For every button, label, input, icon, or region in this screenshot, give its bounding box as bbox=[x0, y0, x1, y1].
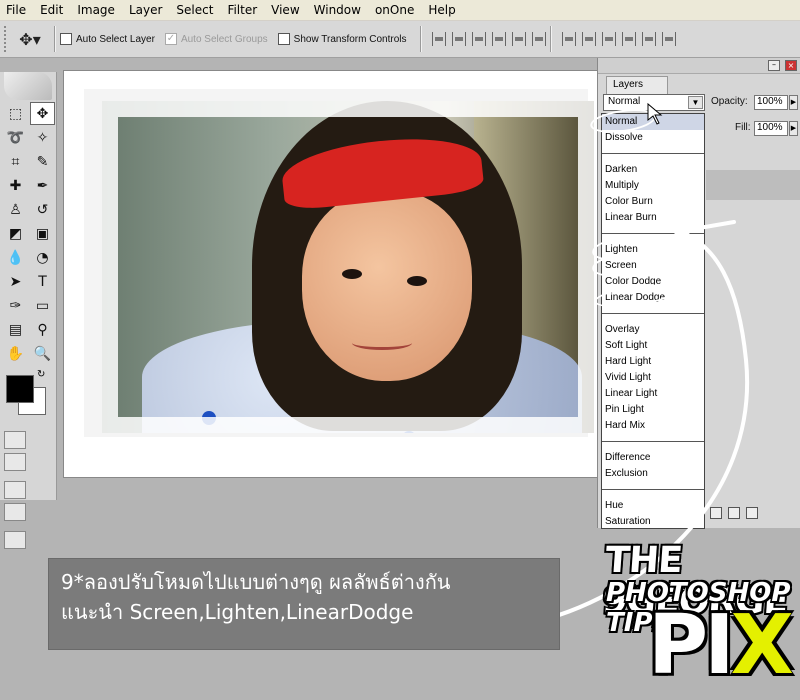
logo-line-3: PIX bbox=[648, 598, 794, 693]
logo-x: X bbox=[730, 598, 794, 693]
tip-caption: 9*ลองปรับโหมดไปแบบต่างๆดู ผลลัพธ์ต่างกัน… bbox=[48, 558, 560, 650]
caption-line-2: แนะนำ Screen,Lighten,LinearDodge bbox=[61, 600, 414, 624]
9george-logo: THE 9GEORGE 9GEORGE.BLOGGANG.COM PHOTOSH… bbox=[600, 540, 800, 700]
logo-pi: PI bbox=[648, 598, 735, 693]
caption-line-1: 9*ลองปรับโหมดไปแบบต่างๆดู ผลลัพธ์ต่างกัน bbox=[61, 570, 451, 594]
